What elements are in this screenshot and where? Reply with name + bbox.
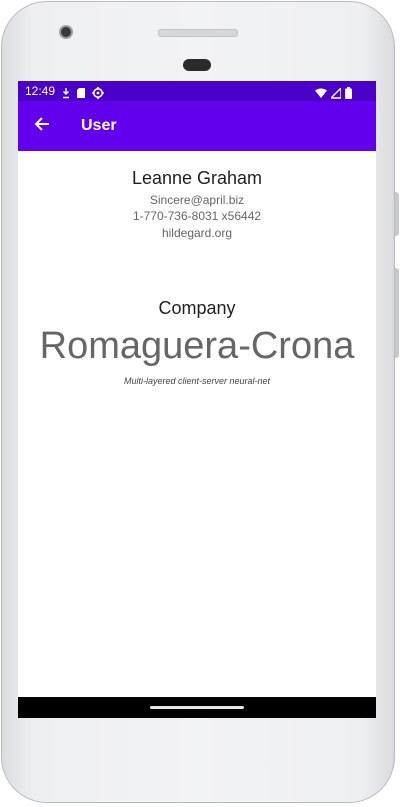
navigation-bar: [18, 697, 376, 718]
company-name: Romaguera-Crona: [39, 325, 355, 367]
user-phone: 1-770-736-8031 x56442: [132, 209, 262, 223]
home-gesture-handle[interactable]: [150, 706, 244, 709]
front-camera: [59, 25, 73, 39]
company-catchphrase: Multi-layered client-server neural-net: [123, 376, 271, 386]
status-bar: 12:49: [18, 81, 376, 101]
user-website: hildegard.org: [161, 226, 233, 240]
page-title: User: [81, 117, 117, 134]
app-bar: User: [18, 101, 376, 151]
proximity-sensor: [183, 59, 211, 71]
status-time: 12:49: [25, 84, 56, 98]
back-button[interactable]: [30, 114, 54, 138]
power-button: [395, 192, 399, 236]
earpiece-speaker: [158, 29, 238, 37]
arrow-back-icon: [34, 116, 50, 137]
volume-button: [395, 268, 399, 358]
device-screen: 12:49 User Leanne Graham Sincere@april.b…: [18, 81, 376, 718]
user-name: Leanne Graham: [131, 168, 263, 188]
company-heading: Company: [158, 298, 236, 318]
user-email: Sincere@april.biz: [149, 193, 245, 207]
